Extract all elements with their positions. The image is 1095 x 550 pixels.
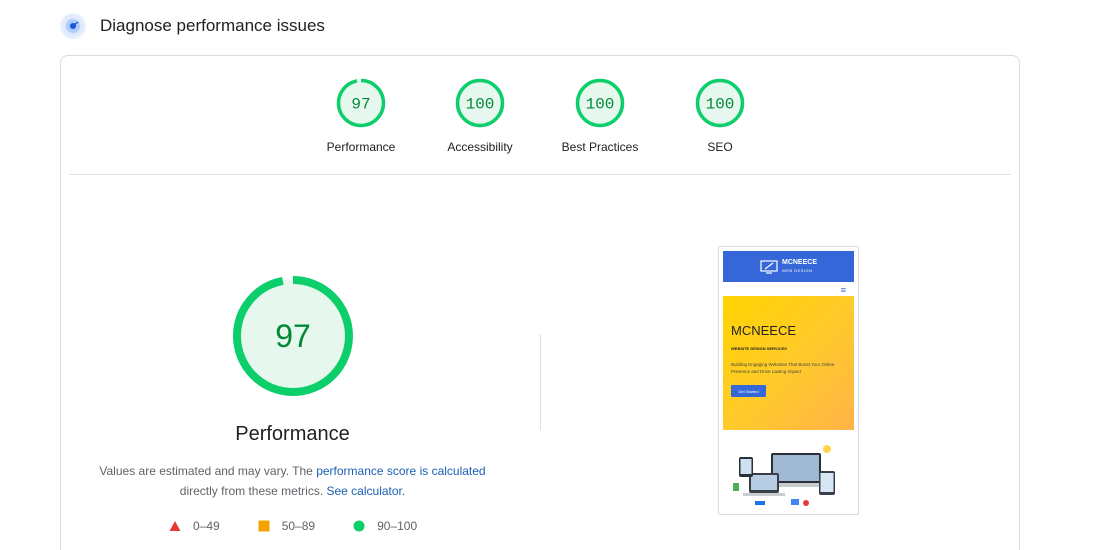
site-brand-sub: WEB DESIGN <box>781 267 813 273</box>
score-note: Values are estimated and may vary. The p… <box>91 461 494 501</box>
site-hero: MCNEECE WEBSITE DESIGN SERVICES Building… <box>723 296 854 430</box>
report-card: 97 Performance 100 Accessibility 100 Bes… <box>60 55 1020 550</box>
gauge-ring: 100 <box>695 78 745 128</box>
note-text: Values are estimated and may vary. The <box>99 464 313 478</box>
gauge-seo[interactable]: 100 SEO <box>670 78 770 154</box>
site-subheading: WEBSITE DESIGN SERVICES <box>731 346 787 351</box>
note-text: directly from these metrics. <box>179 484 324 498</box>
lighthouse-icon <box>60 13 86 39</box>
performance-title: Performance <box>235 423 350 445</box>
gauge-label: Best Practices <box>561 140 639 154</box>
category-gauges: 97 Performance 100 Accessibility 100 Bes… <box>61 78 1019 168</box>
site-heading: MCNEECE <box>731 323 797 338</box>
section-title: Diagnose performance issues <box>100 16 325 35</box>
hamburger-icon: ≡ <box>840 285 846 295</box>
triangle-icon <box>169 521 181 531</box>
site-brand: MCNEECE WEB DESIGN <box>782 259 817 275</box>
monitor-logo-icon <box>760 259 778 274</box>
gauge-performance[interactable]: 97 Performance <box>311 78 411 154</box>
gauge-label: Performance <box>326 140 396 154</box>
score-legend: 0–49 50–89 90–100 <box>169 519 417 533</box>
devices-illustration-icon <box>733 445 835 506</box>
gauge-ring: 100 <box>575 78 625 128</box>
legend-item-average: 50–89 <box>258 519 315 533</box>
legend-range: 50–89 <box>281 519 316 533</box>
gauge-score: 100 <box>706 96 735 114</box>
site-navbar: MCNEECE WEB DESIGN <box>723 251 854 282</box>
legend-range: 90–100 <box>377 519 418 533</box>
site-brand-name: MCNEECE <box>781 258 817 266</box>
legend-range: 0–49 <box>193 519 220 533</box>
gauge-ring: 100 <box>455 78 505 128</box>
gauge-score: 100 <box>586 96 615 114</box>
site-text: Building Engaging Websites That Boost Yo… <box>731 362 835 374</box>
page-screenshot[interactable]: MCNEECE WEB DESIGN ≡ MCNEECE WEBSITE DES… <box>718 246 859 515</box>
circle-icon <box>353 520 365 532</box>
performance-score: 97 <box>275 318 311 354</box>
divider <box>69 174 1011 175</box>
section-header: Diagnose performance issues <box>60 13 325 39</box>
performance-score-link[interactable]: performance score is calculated <box>316 464 485 478</box>
site-cta-button: Get Started <box>731 385 766 397</box>
legend-item-fail: 0–49 <box>169 519 220 533</box>
legend-item-pass: 90–100 <box>353 519 417 533</box>
gauge-accessibility[interactable]: 100 Accessibility <box>430 78 530 154</box>
gauge-label: SEO <box>707 140 733 154</box>
calculator-link[interactable]: See calculator. <box>327 484 406 498</box>
gauge-ring: 97 <box>336 78 386 128</box>
gauge-label: Accessibility <box>447 140 513 154</box>
performance-gauge-ring: 97 <box>233 276 353 396</box>
performance-gauge: 97 <box>233 276 353 401</box>
square-icon <box>258 520 270 532</box>
gauge-score: 100 <box>466 96 495 114</box>
vertical-divider <box>540 334 541 430</box>
gauge-best-practices[interactable]: 100 Best Practices <box>550 78 650 154</box>
gauge-score: 97 <box>351 96 370 114</box>
